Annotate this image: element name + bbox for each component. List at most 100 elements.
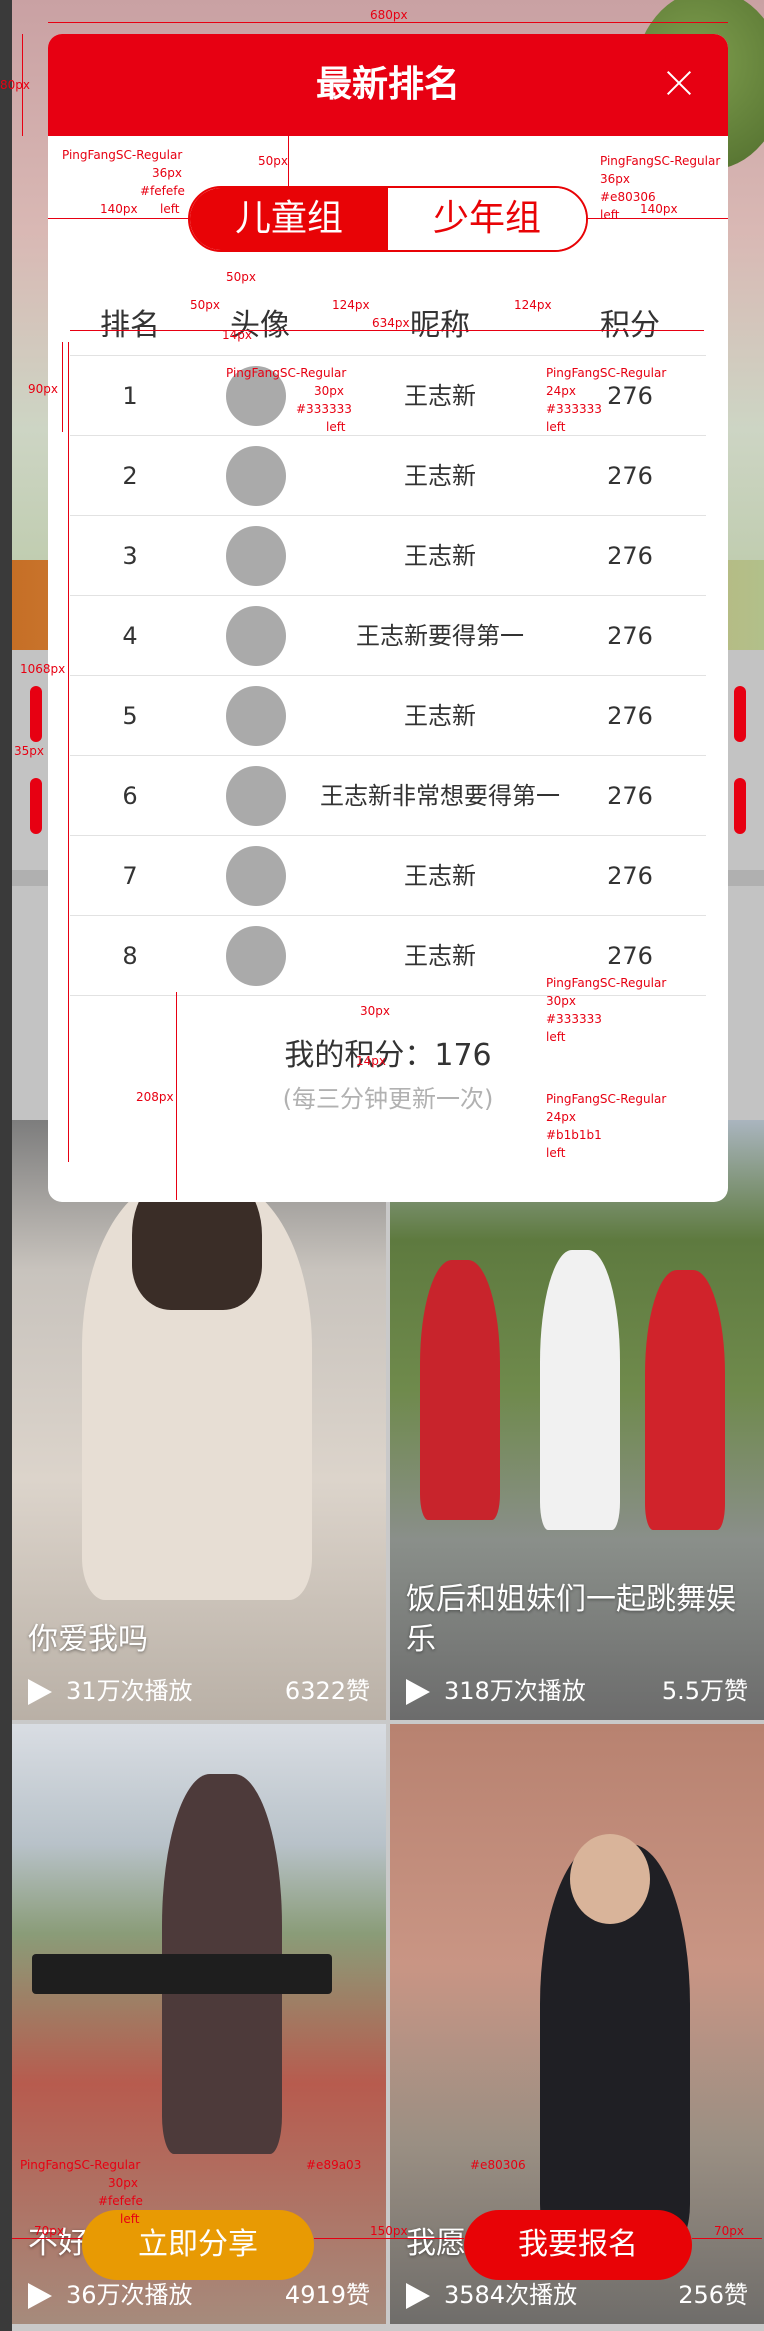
- close-icon[interactable]: [666, 70, 692, 96]
- spec-label: #fefefe: [140, 184, 185, 198]
- avatar: [226, 846, 286, 906]
- row-rank: 6: [122, 782, 138, 810]
- my-score: 我的积分：176: [48, 1036, 728, 1076]
- spec-label: 24px: [546, 1110, 576, 1124]
- spec-label: left: [546, 420, 566, 434]
- measure-label: 208px: [136, 1090, 174, 1104]
- header-rank: 排名: [100, 308, 160, 343]
- measure-label: 50px: [258, 154, 288, 168]
- row-rank: 5: [122, 702, 138, 730]
- spec-label: 36px: [600, 172, 630, 186]
- play-count: 318万次播放: [444, 1677, 586, 1705]
- row-score: 276: [607, 542, 653, 570]
- spec-label: #e80306: [600, 190, 656, 204]
- like-count: 6322赞: [284, 1677, 370, 1705]
- ranking-row: 6 王志新非常想要得第一 276: [70, 756, 706, 836]
- spec-label: 30px: [546, 994, 576, 1008]
- video-meta: 3584次播放 256赞: [406, 2280, 748, 2310]
- video-title: 饭后和姐妹们一起跳舞娱乐: [406, 1582, 736, 1657]
- avatar: [226, 926, 286, 986]
- my-score-value: 176: [434, 1038, 492, 1073]
- measure-label: 50px: [190, 298, 220, 312]
- play-count: 31万次播放: [66, 1677, 193, 1705]
- row-name: 王志新: [404, 542, 476, 570]
- spec-label: #b1b1b1: [546, 1128, 602, 1142]
- measure-line: [12, 2238, 82, 2239]
- spec-label: 24px: [546, 384, 576, 398]
- like-count: 256赞: [678, 2281, 748, 2309]
- share-button[interactable]: 立即分享: [82, 2210, 314, 2280]
- video-card[interactable]: 饭后和姐妹们一起跳舞娱乐 318万次播放 5.5万赞: [390, 1120, 764, 1720]
- row-rank: 2: [122, 462, 138, 490]
- measure-line: [176, 992, 177, 1200]
- row-name: 王志新: [404, 462, 476, 490]
- measure-label: 80px: [0, 78, 30, 92]
- tab-teen-group[interactable]: 少年组: [388, 188, 586, 250]
- spec-label: PingFangSC-Regular: [226, 366, 347, 380]
- ranking-row: 2 王志新 276: [70, 436, 706, 516]
- video-card[interactable]: 你爱我吗 31万次播放 6322赞: [12, 1120, 386, 1720]
- row-rank: 4: [122, 622, 138, 650]
- measure-label: 70px: [34, 2224, 64, 2238]
- measure-line: [692, 2238, 762, 2239]
- measure-label: 124px: [514, 298, 552, 312]
- row-score: 276: [607, 862, 653, 890]
- row-name: 王志新要得第一: [356, 622, 524, 650]
- measure-label: 140px: [100, 202, 138, 216]
- spec-label: #e89a03: [306, 2158, 362, 2172]
- avatar: [226, 686, 286, 746]
- measure-label: 1068px: [20, 662, 66, 676]
- row-rank: 7: [122, 862, 138, 890]
- avatar: [226, 766, 286, 826]
- like-count: 4919赞: [284, 2281, 370, 2309]
- spec-label: #e80306: [470, 2158, 526, 2172]
- video-title: 你爱我吗: [28, 1622, 148, 1657]
- avatar: [226, 446, 286, 506]
- measure-line: [48, 22, 728, 23]
- video-thumbnail: [32, 1954, 332, 1994]
- measure-line: [288, 136, 289, 186]
- row-score: 276: [607, 462, 653, 490]
- tab-children-group[interactable]: 儿童组: [190, 188, 388, 250]
- like-count: 5.5万赞: [661, 1677, 748, 1705]
- spec-label: 30px: [314, 384, 344, 398]
- row-name: 王志新: [404, 702, 476, 730]
- signup-button[interactable]: 我要报名: [464, 2210, 692, 2280]
- spec-label: #333333: [546, 402, 602, 416]
- row-rank: 8: [122, 942, 138, 970]
- measure-label: 50px: [226, 270, 256, 284]
- spec-label: left: [546, 1030, 566, 1044]
- spec-label: PingFangSC-Regular: [546, 976, 667, 990]
- ranking-row: 4 王志新要得第一 276: [70, 596, 706, 676]
- measure-label: 35px: [14, 744, 44, 758]
- measure-label: 124px: [332, 298, 370, 312]
- measure-label: 90px: [28, 382, 58, 396]
- ranking-row: 5 王志新 276: [70, 676, 706, 756]
- measure-label: 634px: [372, 316, 410, 330]
- ranking-modal: 最新排名 儿童组 少年组 排名 头像 昵称 积分 1 王志新 276 2 王志新…: [48, 34, 728, 1202]
- modal-title: 最新排名: [315, 64, 460, 105]
- group-tabs: 儿童组 少年组: [188, 186, 588, 252]
- play-count: 3584次播放: [444, 2281, 578, 2309]
- play-icon: [28, 1679, 52, 1705]
- row-name: 王志新非常想要得第一: [320, 782, 560, 810]
- row-score: 276: [607, 782, 653, 810]
- row-name: 王志新: [404, 862, 476, 890]
- video-meta: 31万次播放 6322赞: [28, 1676, 370, 1706]
- measure-line: [314, 2238, 464, 2239]
- video-thumbnail: [570, 1834, 650, 1924]
- measure-label: 150px: [370, 2224, 408, 2238]
- spec-label: left: [160, 202, 180, 216]
- modal-header: 最新排名: [48, 34, 728, 136]
- row-rank: 3: [122, 542, 138, 570]
- play-icon: [406, 2283, 430, 2309]
- row-name: 王志新: [404, 382, 476, 410]
- spec-label: #333333: [296, 402, 352, 416]
- measure-label: 40px: [648, 48, 678, 62]
- row-rank: 1: [122, 382, 138, 410]
- video-thumbnail: [645, 1270, 725, 1530]
- measure-label: 30px: [360, 1004, 390, 1018]
- spec-label: left: [326, 420, 346, 434]
- spec-label: PingFangSC-Regular: [546, 1092, 667, 1106]
- measure-label: 680px: [370, 8, 408, 22]
